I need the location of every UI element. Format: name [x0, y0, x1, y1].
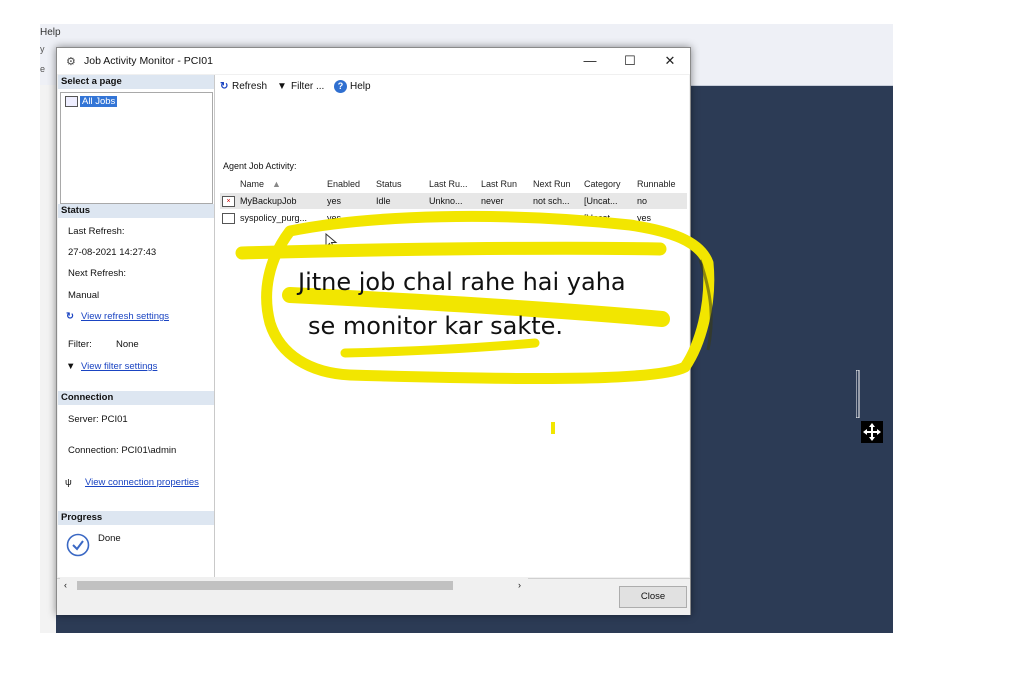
column-header[interactable]: Last Ru...: [429, 177, 468, 192]
help-button[interactable]: Help: [350, 81, 371, 92]
refresh-icon: ↻: [220, 81, 229, 92]
progress-header: Progress: [58, 511, 214, 525]
scrollbar-thumb[interactable]: [77, 581, 453, 590]
minimize-button[interactable]: —: [575, 50, 605, 72]
scroll-left-icon[interactable]: ‹: [64, 578, 67, 592]
menu-help[interactable]: Help: [40, 27, 61, 38]
close-window-button[interactable]: ✕: [655, 50, 685, 72]
column-header[interactable]: Next Run: [533, 177, 571, 192]
annotation-line-1: Jitne job chal rahe hai yaha: [298, 268, 626, 296]
filter-icon: ▼: [277, 81, 287, 92]
scroll-right-icon[interactable]: ›: [518, 578, 521, 592]
filter-value: None: [116, 339, 139, 350]
horizontal-scrollbar[interactable]: ‹ ›: [60, 578, 528, 592]
connection-header: Connection: [58, 391, 214, 405]
refresh-icon: ↻: [66, 311, 74, 322]
connection-icon: ψ: [65, 477, 72, 488]
column-header[interactable]: Name: [240, 177, 264, 192]
page-list: All Jobs: [60, 92, 213, 204]
next-refresh-label: Next Refresh:: [68, 268, 127, 279]
refresh-settings-link[interactable]: View refresh settings: [81, 311, 169, 322]
column-header[interactable]: Enabled: [327, 177, 360, 192]
ssms-side-glyphs: ye: [40, 44, 46, 74]
column-header[interactable]: Last Run: [481, 177, 517, 192]
filter-button[interactable]: Filter ...: [291, 81, 324, 92]
progress-status: Done: [98, 533, 121, 544]
column-header[interactable]: Category: [584, 177, 621, 192]
help-icon: ?: [334, 80, 347, 93]
job-monitor-icon: ⚙: [66, 56, 76, 68]
filter-label: Filter:: [68, 339, 92, 350]
sort-ascending-icon: ▲: [272, 179, 281, 189]
grid-icon: [65, 96, 78, 107]
splitter-line: [856, 370, 860, 418]
filter-icon: ▼: [66, 361, 76, 372]
last-refresh-label: Last Refresh:: [68, 226, 125, 237]
status-header: Status: [58, 204, 214, 218]
ssms-left-strip: [40, 85, 56, 633]
annotation-line-2: se monitor kar sakte.: [308, 312, 564, 340]
close-button[interactable]: Close: [619, 586, 687, 608]
last-refresh-value: 27-08-2021 14:27:43: [68, 247, 157, 258]
column-header[interactable]: Runnable: [637, 177, 676, 192]
page-item-all-jobs[interactable]: All Jobs: [65, 96, 118, 108]
connection-name: Connection: PCI01\admin: [68, 445, 177, 456]
connection-properties-link[interactable]: View connection properties: [85, 477, 199, 488]
next-refresh-value: Manual: [68, 290, 100, 301]
filter-settings-link[interactable]: View filter settings: [81, 361, 157, 372]
dialog-title: Job Activity Monitor - PCI01: [84, 55, 213, 67]
checkmark-icon: [66, 533, 90, 557]
grid-caption: Agent Job Activity:: [223, 161, 297, 171]
select-page-header: Select a page: [58, 75, 214, 89]
maximize-button[interactable]: ☐: [615, 50, 645, 72]
column-header[interactable]: Status: [376, 177, 402, 192]
page-item-label: All Jobs: [80, 96, 118, 108]
left-pane: Select a page All Jobs Status Last Refre…: [58, 75, 215, 577]
title-bar: ⚙ Job Activity Monitor - PCI01 — ☐ ✕: [57, 48, 690, 74]
refresh-button[interactable]: Refresh: [232, 81, 267, 92]
server-name: Server: PCI01: [68, 414, 128, 425]
move-cursor-icon: [861, 421, 883, 443]
